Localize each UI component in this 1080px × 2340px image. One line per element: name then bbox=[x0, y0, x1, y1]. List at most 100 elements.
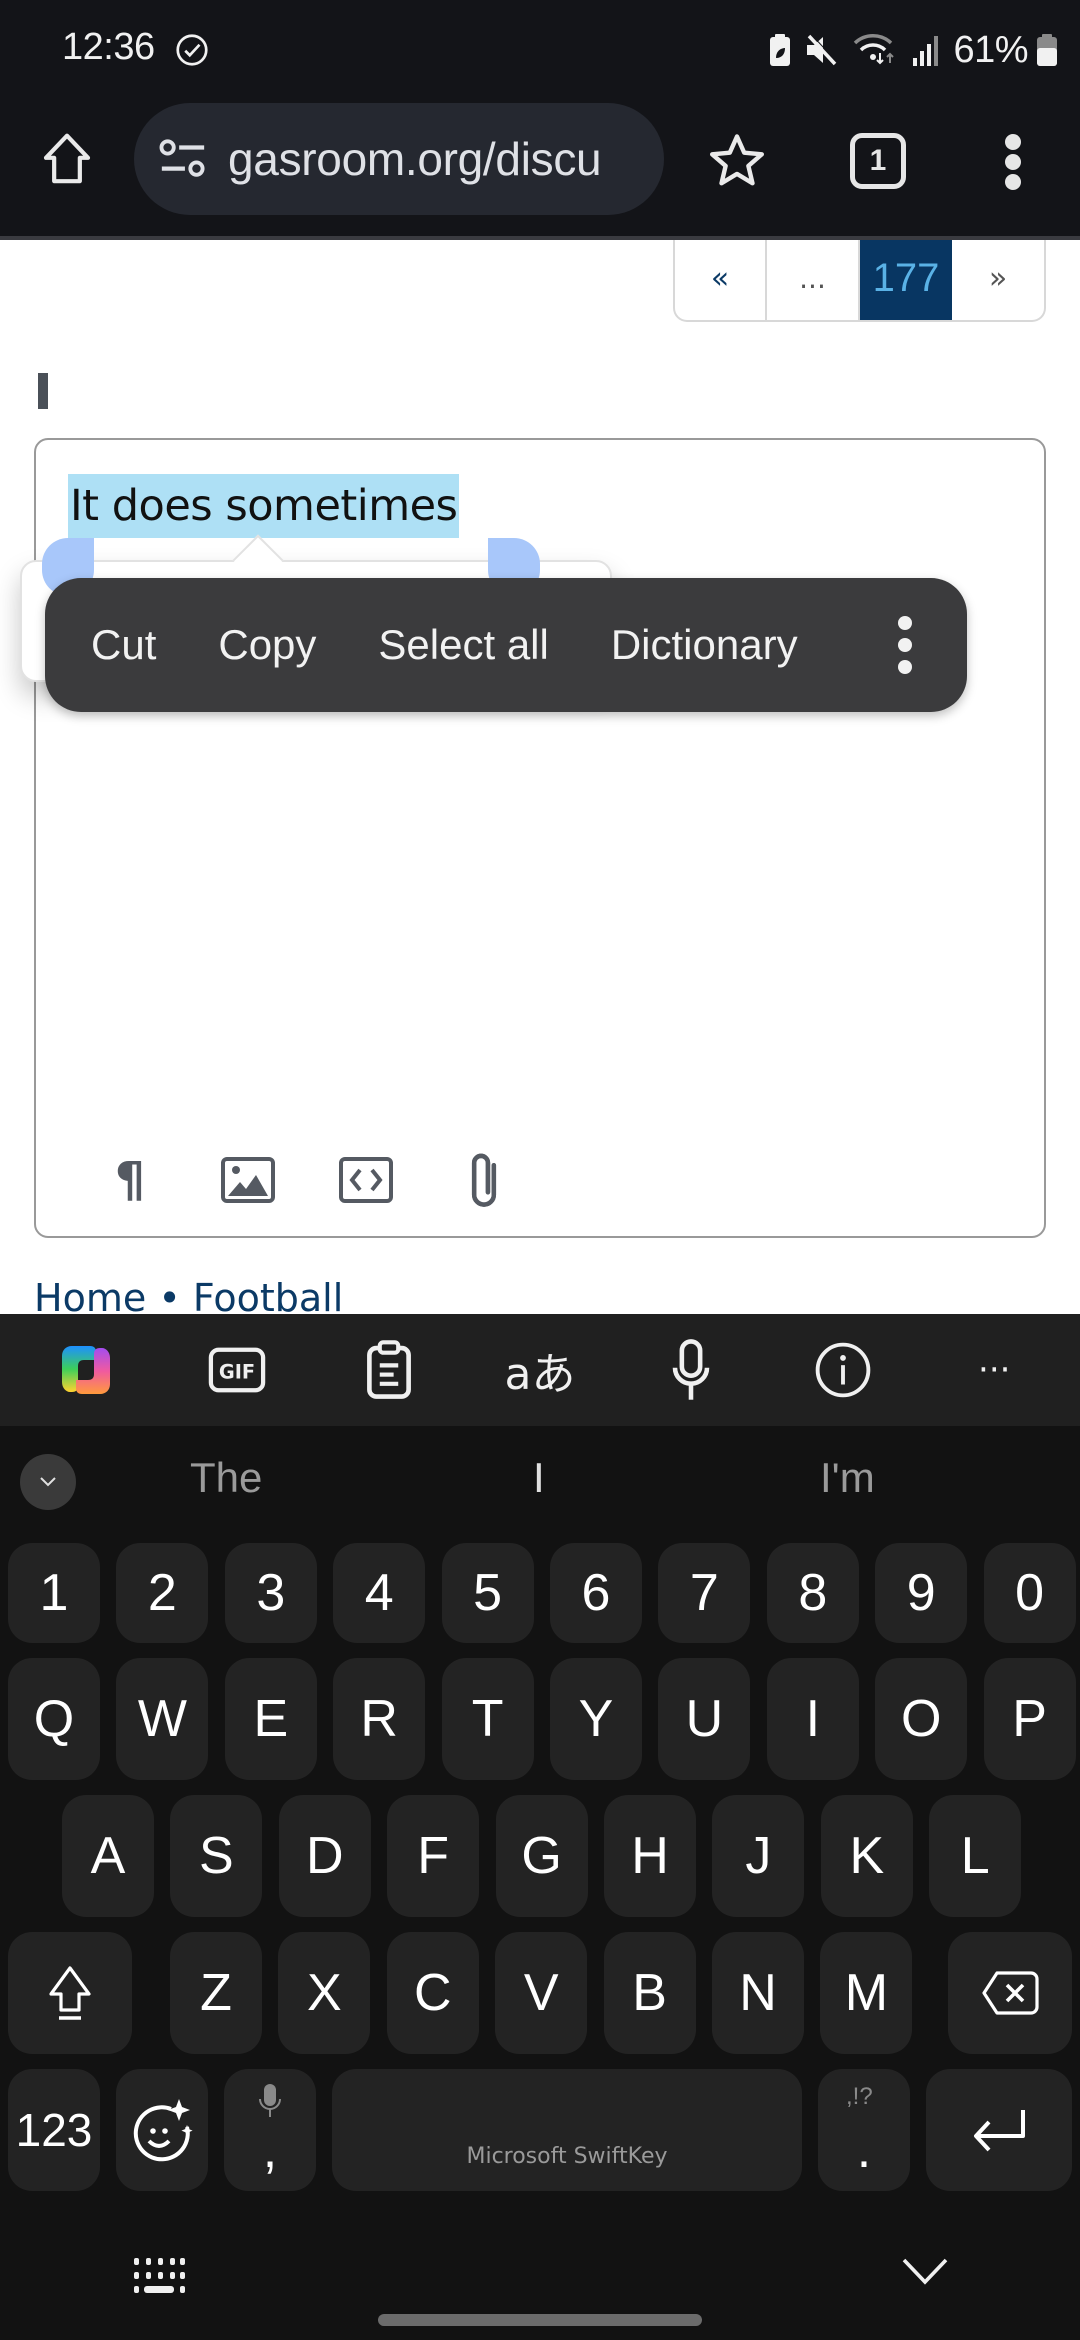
key-7[interactable]: 7 bbox=[658, 1543, 751, 1643]
key-k[interactable]: K bbox=[820, 1795, 913, 1917]
key-j-label: J bbox=[745, 1827, 772, 1885]
key-w[interactable]: W bbox=[116, 1658, 209, 1780]
breadcrumb: Home • Football bbox=[34, 1276, 343, 1314]
key-p[interactable]: P bbox=[983, 1658, 1076, 1780]
space-key[interactable]: Microsoft SwiftKey bbox=[332, 2069, 802, 2191]
enter-key[interactable] bbox=[926, 2069, 1072, 2191]
key-5[interactable]: 5 bbox=[441, 1543, 534, 1643]
gif-button[interactable]: GIF bbox=[197, 1330, 277, 1410]
pagination-next[interactable]: » bbox=[952, 240, 1044, 320]
key-u[interactable]: U bbox=[658, 1658, 751, 1780]
code-block-button[interactable] bbox=[326, 1140, 406, 1220]
key-a[interactable]: A bbox=[62, 1795, 154, 1917]
key-l[interactable]: L bbox=[929, 1795, 1022, 1917]
dictionary-menu-item[interactable]: Dictionary bbox=[611, 621, 798, 669]
browser-chrome: 12:36 61% gasroom.org/discu 1 bbox=[0, 0, 1080, 238]
voice-input-button[interactable] bbox=[651, 1330, 731, 1410]
comma-key[interactable]: , bbox=[224, 2069, 316, 2191]
key-g[interactable]: G bbox=[495, 1795, 588, 1917]
key-1[interactable]: 1 bbox=[8, 1543, 100, 1643]
numbers-key[interactable]: 123 bbox=[8, 2069, 100, 2191]
gesture-home-bar[interactable] bbox=[378, 2314, 702, 2326]
key-x[interactable]: X bbox=[278, 1932, 371, 2054]
check-circle-icon bbox=[176, 34, 208, 66]
key-6[interactable]: 6 bbox=[550, 1543, 642, 1643]
key-g-label: G bbox=[521, 1827, 562, 1885]
selected-text[interactable]: It does sometimes bbox=[68, 474, 460, 538]
tabs-button[interactable]: 1 bbox=[850, 133, 906, 189]
key-d[interactable]: D bbox=[278, 1795, 371, 1917]
key-9[interactable]: 9 bbox=[875, 1543, 968, 1643]
key-e-label: E bbox=[253, 1690, 289, 1748]
suggestion-bar: The I I'm bbox=[0, 1426, 1080, 1536]
suggestion-3[interactable]: I'm bbox=[820, 1454, 875, 1502]
copilot-button[interactable] bbox=[46, 1330, 126, 1410]
key-t[interactable]: T bbox=[441, 1658, 534, 1780]
breadcrumb-football[interactable]: Football bbox=[193, 1276, 343, 1314]
more-menu-icon[interactable] bbox=[1000, 134, 1026, 190]
info-button[interactable] bbox=[803, 1330, 883, 1410]
key-h[interactable]: H bbox=[604, 1795, 696, 1917]
key-3[interactable]: 3 bbox=[224, 1543, 317, 1643]
url-text[interactable]: gasroom.org/discu bbox=[228, 132, 658, 186]
key-t-label: T bbox=[471, 1690, 504, 1748]
collapse-suggestions-button[interactable] bbox=[20, 1454, 76, 1510]
key-o[interactable]: O bbox=[875, 1658, 968, 1780]
mic-icon bbox=[259, 2084, 281, 2117]
key-c[interactable]: C bbox=[386, 1932, 479, 2054]
suggestion-2[interactable]: I bbox=[533, 1454, 545, 1502]
keyboard-toolbar: GIF aあ ··· bbox=[0, 1314, 1080, 1426]
attach-file-button[interactable] bbox=[444, 1140, 524, 1220]
copy-menu-item[interactable]: Copy bbox=[218, 621, 316, 669]
insert-image-button[interactable] bbox=[208, 1140, 288, 1220]
clipboard-button[interactable] bbox=[349, 1330, 429, 1410]
keyboard-switch-button[interactable] bbox=[130, 2256, 188, 2301]
key-i[interactable]: I bbox=[766, 1658, 859, 1780]
bookmark-star-icon[interactable] bbox=[706, 130, 768, 192]
key-2[interactable]: 2 bbox=[116, 1543, 209, 1643]
key-z[interactable]: Z bbox=[170, 1932, 262, 2054]
suggestion-1[interactable]: The bbox=[190, 1454, 262, 1502]
breadcrumb-home[interactable]: Home bbox=[34, 1276, 146, 1314]
address-bar[interactable]: gasroom.org/discu bbox=[134, 103, 664, 215]
status-time: 12:36 bbox=[62, 26, 155, 68]
key-e[interactable]: E bbox=[224, 1658, 317, 1780]
paragraph-button[interactable]: ¶ bbox=[90, 1140, 170, 1220]
key-s[interactable]: S bbox=[170, 1795, 263, 1917]
key-j[interactable]: J bbox=[712, 1795, 805, 1917]
key-5-label: 5 bbox=[473, 1564, 503, 1622]
key-4[interactable]: 4 bbox=[333, 1543, 426, 1643]
key-0[interactable]: 0 bbox=[983, 1543, 1076, 1643]
key-r[interactable]: R bbox=[333, 1658, 426, 1780]
key-f[interactable]: F bbox=[387, 1795, 480, 1917]
chevron-down-icon bbox=[902, 2258, 948, 2285]
more-options-icon[interactable] bbox=[895, 616, 915, 674]
emoji-key[interactable] bbox=[116, 2069, 208, 2191]
key-q[interactable]: Q bbox=[8, 1658, 100, 1780]
numbers-key-label: 123 bbox=[15, 2104, 93, 2156]
home-icon bbox=[43, 133, 91, 184]
more-icon: ··· bbox=[978, 1350, 1011, 1390]
translate-button[interactable]: aあ bbox=[500, 1330, 580, 1410]
site-settings-icon[interactable] bbox=[158, 137, 208, 181]
home-button[interactable] bbox=[36, 128, 98, 190]
key-8[interactable]: 8 bbox=[766, 1543, 859, 1643]
backspace-key[interactable] bbox=[948, 1932, 1072, 2054]
key-0-label: 0 bbox=[1015, 1564, 1045, 1622]
period-key[interactable]: .,!? bbox=[818, 2069, 910, 2191]
shift-key[interactable] bbox=[8, 1932, 132, 2054]
select-all-menu-item[interactable]: Select all bbox=[378, 621, 548, 669]
cut-menu-item[interactable]: Cut bbox=[91, 621, 156, 669]
pagination-current-page[interactable]: 177 bbox=[860, 240, 952, 320]
pagination-first[interactable]: « bbox=[675, 240, 767, 320]
key-m[interactable]: M bbox=[820, 1932, 913, 2054]
space-key-label: Microsoft SwiftKey bbox=[466, 2143, 668, 2169]
key-b[interactable]: B bbox=[603, 1932, 696, 2054]
reply-editor[interactable] bbox=[34, 438, 1046, 1238]
key-n[interactable]: N bbox=[712, 1932, 804, 2054]
toolbar-more-button[interactable]: ··· bbox=[954, 1330, 1034, 1410]
hide-keyboard-button[interactable] bbox=[900, 2256, 950, 2291]
key-y[interactable]: Y bbox=[550, 1658, 642, 1780]
pagination-ellipsis[interactable]: ... bbox=[767, 240, 860, 320]
key-v[interactable]: V bbox=[495, 1932, 588, 2054]
